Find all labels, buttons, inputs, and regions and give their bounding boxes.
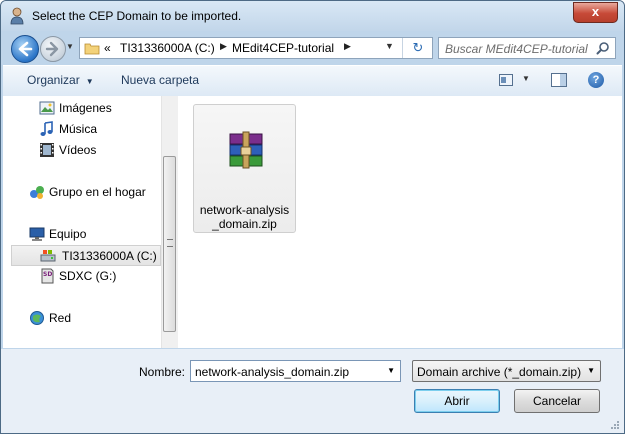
file-name-value: network-analysis_domain.zip: [195, 365, 350, 379]
nav-item-label: Vídeos: [59, 143, 97, 157]
zip-archive-icon: [229, 131, 263, 169]
refresh-icon: ↻: [412, 40, 424, 55]
folder-icon: [84, 43, 100, 55]
nav-item-drive-c[interactable]: TI31336000A (C:): [11, 245, 161, 266]
music-icon: [40, 121, 53, 136]
address-bar[interactable]: « TI31336000A (C:) ▶ MEdit4CEP-tutorial …: [79, 37, 433, 59]
file-name-line: _domain.zip: [212, 217, 277, 231]
nav-item-homegroup[interactable]: Grupo en el hogar: [29, 183, 159, 201]
navigation-pane: Imágenes Música Vídeos Grupo en el hogar…: [3, 96, 161, 348]
nav-pane-scrollbar[interactable]: [161, 96, 178, 348]
file-type-value: Domain archive (*_domain.zip): [417, 365, 582, 379]
organize-menu[interactable]: Organizar ▼: [27, 73, 94, 87]
breadcrumb-separator-icon[interactable]: ▶: [344, 41, 351, 52]
nav-item-label: Equipo: [49, 227, 87, 241]
preview-pane-icon[interactable]: [551, 73, 567, 87]
nav-item-label: Música: [59, 122, 98, 136]
address-dropdown-icon[interactable]: ▼: [385, 41, 394, 51]
forward-button[interactable]: [40, 36, 66, 62]
drive-icon: [40, 250, 56, 262]
nav-item-label: Red: [49, 311, 72, 325]
nav-item-label: TI31336000A (C:): [62, 249, 157, 263]
homegroup-icon: [30, 186, 44, 199]
dialog-footer: Nombre: network-analysis_domain.zip ▼ Do…: [1, 349, 624, 433]
file-item[interactable]: network-analysis _domain.zip: [193, 104, 296, 233]
nav-item-sd-card[interactable]: SD SDXC (G:): [39, 267, 159, 285]
organize-label: Organizar: [27, 73, 80, 87]
navigation-bar: ▼ « TI31336000A (C:) ▶ MEdit4CEP-tutoria…: [1, 31, 624, 65]
file-type-select[interactable]: Domain archive (*_domain.zip) ▼: [412, 360, 601, 382]
close-button[interactable]: x: [573, 2, 618, 23]
scrollbar-thumb[interactable]: [163, 156, 176, 332]
pictures-icon: [39, 101, 55, 115]
file-name-line: network-analysis: [199, 203, 290, 217]
file-name-input[interactable]: network-analysis_domain.zip ▼: [190, 360, 401, 382]
file-name: network-analysis _domain.zip: [196, 203, 293, 231]
scrollbar-grip-icon: [167, 239, 173, 247]
file-type-dropdown-icon: ▼: [587, 366, 595, 375]
nav-item-music[interactable]: Música: [39, 120, 159, 138]
videos-icon: [40, 143, 54, 157]
breadcrumb-folder[interactable]: MEdit4CEP-tutorial: [232, 41, 334, 55]
forward-arrow-icon: [45, 41, 59, 57]
file-open-dialog: Select the CEP Domain to be imported. x …: [0, 0, 625, 434]
browser-content: Imágenes Música Vídeos Grupo en el hogar…: [3, 96, 622, 348]
breadcrumb-drive[interactable]: TI31336000A (C:): [120, 41, 215, 55]
nav-item-pictures[interactable]: Imágenes: [39, 99, 159, 117]
search-placeholder: Buscar MEdit4CEP-tutorial: [445, 42, 588, 56]
cancel-button[interactable]: Cancelar: [514, 389, 600, 413]
command-toolbar: Organizar ▼ Nueva carpeta ▼ ?: [3, 65, 622, 97]
help-icon[interactable]: ?: [588, 72, 604, 88]
sd-card-icon: SD: [41, 268, 54, 284]
nav-item-label: Imágenes: [59, 101, 112, 115]
chevron-down-icon: ▼: [85, 77, 94, 86]
search-icon[interactable]: [596, 41, 610, 55]
resize-grip-icon[interactable]: [610, 420, 620, 430]
recent-locations-caret-icon[interactable]: ▼: [66, 42, 76, 54]
computer-icon: [29, 227, 45, 241]
nav-item-network[interactable]: Red: [29, 309, 159, 327]
nav-item-label: Grupo en el hogar: [49, 185, 146, 199]
back-button[interactable]: [11, 35, 39, 63]
network-icon: [30, 311, 44, 325]
nav-item-label: SDXC (G:): [59, 269, 117, 283]
svg-text:SD: SD: [43, 271, 52, 278]
open-button[interactable]: Abrir: [414, 389, 500, 413]
window-title: Select the CEP Domain to be imported.: [32, 9, 242, 23]
file-name-dropdown-icon[interactable]: ▼: [387, 366, 395, 375]
refresh-button[interactable]: ↻: [402, 38, 433, 58]
search-box[interactable]: Buscar MEdit4CEP-tutorial: [438, 37, 616, 59]
nav-item-videos[interactable]: Vídeos: [39, 141, 159, 159]
app-icon: [10, 7, 24, 25]
nav-item-computer[interactable]: Equipo: [29, 225, 159, 243]
address-overflow[interactable]: «: [104, 41, 111, 55]
view-options-icon[interactable]: [499, 74, 513, 86]
new-folder-button[interactable]: Nueva carpeta: [121, 73, 199, 87]
breadcrumb-separator-icon[interactable]: ▶: [220, 41, 227, 52]
view-dropdown-icon[interactable]: ▼: [522, 74, 530, 83]
back-arrow-icon: [18, 41, 33, 57]
title-bar: Select the CEP Domain to be imported. x: [1, 1, 624, 31]
file-name-label: Nombre:: [139, 365, 186, 379]
